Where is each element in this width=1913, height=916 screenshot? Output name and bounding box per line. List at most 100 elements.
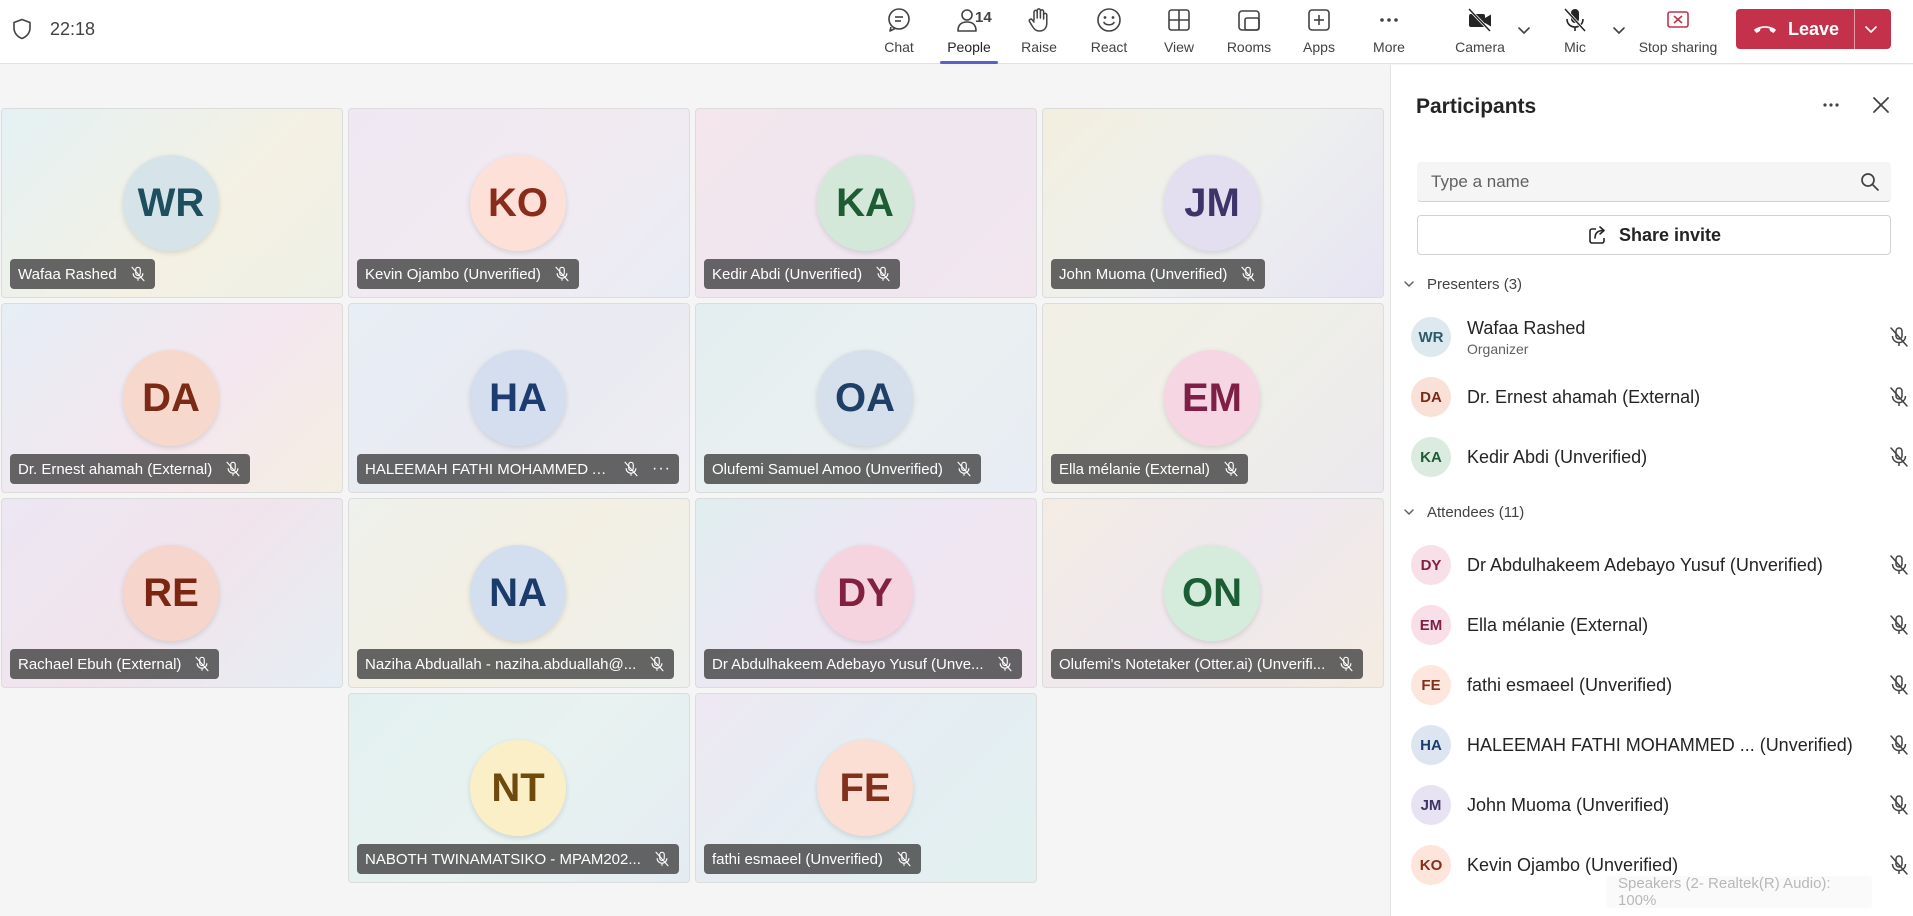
video-tile[interactable]: FE fathi esmaeel (Unverified) [695, 693, 1037, 883]
react-button[interactable]: React [1074, 0, 1144, 64]
participant-name-tag: Olufemi Samuel Amoo (Unverified) [704, 454, 981, 484]
leave-button[interactable]: Leave [1736, 9, 1891, 49]
avatar: DA [123, 350, 219, 446]
participant-name: John Muoma (Unverified) [1059, 265, 1228, 283]
search-icon[interactable] [1859, 171, 1881, 193]
video-tile[interactable]: EM Ella mélanie (External) [1042, 303, 1384, 493]
view-label: View [1163, 39, 1195, 55]
participant-name: Rachael Ebuh (External) [18, 655, 182, 673]
avatar: FE [817, 740, 913, 836]
rooms-button[interactable]: Rooms [1214, 0, 1284, 64]
mic-off-icon [1887, 853, 1911, 877]
participant-name-tag: John Muoma (Unverified) [1051, 259, 1266, 289]
camera-options-chevron-icon[interactable] [1514, 20, 1534, 40]
video-tile[interactable]: OA Olufemi Samuel Amoo (Unverified) [695, 303, 1037, 493]
stop-sharing-label: Stop sharing [1638, 39, 1718, 55]
mic-off-icon [1887, 673, 1911, 697]
chevron-down-icon [1404, 509, 1414, 515]
participant-name: Kevin Ojambo (Unverified) [365, 265, 541, 283]
leave-divider [1854, 9, 1855, 49]
search-input[interactable] [1417, 162, 1837, 202]
participant-name: Kedir Abdi (Unverified) [1467, 446, 1648, 467]
participant-name: NABOTH TWINAMATSIKO - MPAM202... [365, 850, 641, 868]
avatar: EM [1411, 605, 1451, 645]
participant-name: Dr Abdulhakeem Adebayo Yusuf (Unve... [712, 655, 984, 673]
more-options-icon[interactable]: ··· [652, 460, 671, 478]
volume-toast: Speakers (2- Realtek(R) Audio): 100% [1606, 875, 1872, 909]
participant-name: Kedir Abdi (Unverified) [712, 265, 863, 283]
attendees-section-toggle[interactable]: Attendees (11) [1401, 500, 1524, 524]
mic-off-icon [996, 655, 1014, 673]
leave-options-chevron-icon[interactable] [1861, 19, 1881, 39]
avatar: OA [817, 350, 913, 446]
participant-name-tag: HALEEMAH FATHI MOHAMMED A... ··· [357, 454, 679, 484]
rooms-label: Rooms [1226, 39, 1272, 55]
camera-off-icon [1467, 7, 1492, 33]
people-button[interactable]: People [934, 0, 1004, 64]
apps-label: Apps [1303, 39, 1335, 55]
smiley-icon [1097, 8, 1121, 32]
video-tile[interactable]: NA Naziha Abduallah - naziha.abduallah@..… [348, 498, 690, 688]
participant-name: Dr. Ernest ahamah (External) [18, 460, 213, 478]
participant-name-tag: Rachael Ebuh (External) [10, 649, 220, 679]
participant-row[interactable]: HA HALEEMAH FATHI MOHAMMED ... (Unverifie… [1411, 715, 1908, 775]
chat-icon [888, 8, 910, 32]
more-button[interactable]: More [1354, 0, 1424, 64]
mic-off-icon [129, 265, 147, 283]
participant-name-tag: Dr. Ernest ahamah (External) [10, 454, 251, 484]
participant-row[interactable]: EM Ella mélanie (External) [1411, 595, 1908, 655]
video-tile[interactable]: JM John Muoma (Unverified) [1042, 108, 1384, 298]
video-tile[interactable]: HA HALEEMAH FATHI MOHAMMED A... ··· [348, 303, 690, 493]
video-tile[interactable]: DA Dr. Ernest ahamah (External) [1, 303, 343, 493]
video-tile[interactable]: NT NABOTH TWINAMATSIKO - MPAM202... [348, 693, 690, 883]
share-invite-button[interactable]: Share invite [1417, 215, 1891, 255]
participant-name: Wafaa Rashed [1467, 317, 1586, 338]
view-button[interactable]: View [1144, 0, 1214, 64]
more-options-icon[interactable] [1819, 93, 1843, 117]
apps-button[interactable]: Apps [1284, 0, 1354, 64]
participant-row[interactable]: FE fathi esmaeel (Unverified) [1411, 655, 1908, 715]
video-tile[interactable]: ON Olufemi's Notetaker (Otter.ai) (Unveri… [1042, 498, 1384, 688]
participant-name-tag: Kedir Abdi (Unverified) [704, 259, 901, 289]
participant-info: Kedir Abdi (Unverified) [1467, 447, 1647, 468]
participant-info: Wafaa Rashed Organizer [1467, 318, 1585, 357]
hand-icon [1028, 8, 1048, 32]
more-label: More [1373, 39, 1405, 55]
avatar: JM [1411, 785, 1451, 825]
avatar: NT [470, 740, 566, 836]
participant-name-tag: NABOTH TWINAMATSIKO - MPAM202... [357, 844, 679, 874]
video-tile[interactable]: KO Kevin Ojambo (Unverified) [348, 108, 690, 298]
mic-options-chevron-icon[interactable] [1609, 20, 1629, 40]
avatar: HA [470, 350, 566, 446]
chat-button[interactable]: Chat [864, 0, 934, 64]
participant-row[interactable]: DA Dr. Ernest ahamah (External) [1411, 367, 1908, 427]
participant-role: Organizer [1467, 340, 1529, 357]
stop-sharing-button[interactable]: Stop sharing [1639, 0, 1717, 64]
participant-info: HALEEMAH FATHI MOHAMMED ... (Unverified) [1467, 735, 1853, 756]
video-tile[interactable]: WR Wafaa Rashed [1, 108, 343, 298]
participant-row[interactable]: WR Wafaa Rashed Organizer [1411, 307, 1908, 367]
participant-name: fathi esmaeel (Unverified) [1467, 674, 1673, 695]
panel-title: Participants [1416, 95, 1537, 118]
avatar: RE [123, 545, 219, 641]
meeting-toolbar: 22:18 Chat People 14 Raise React View Ro… [0, 0, 1913, 64]
mic-off-icon [895, 850, 913, 868]
close-icon[interactable] [1869, 93, 1893, 117]
video-tile[interactable]: DY Dr Abdulhakeem Adebayo Yusuf (Unve... [695, 498, 1037, 688]
avatar: KA [817, 155, 913, 251]
participant-name-tag: Ella mélanie (External) [1051, 454, 1248, 484]
video-tile[interactable]: RE Rachael Ebuh (External) [1, 498, 343, 688]
presenters-section-toggle[interactable]: Presenters (3) [1401, 272, 1522, 296]
mic-off-icon [874, 265, 892, 283]
camera-button[interactable]: Camera [1445, 0, 1515, 64]
video-tile[interactable]: KA Kedir Abdi (Unverified) [695, 108, 1037, 298]
participant-name-tag: Wafaa Rashed [10, 259, 155, 289]
avatar: KO [470, 155, 566, 251]
participant-row[interactable]: DY Dr Abdulhakeem Adebayo Yusuf (Unverifi… [1411, 535, 1908, 595]
mic-button[interactable]: Mic [1540, 0, 1610, 64]
participant-row[interactable]: JM John Muoma (Unverified) [1411, 775, 1908, 835]
raise-hand-button[interactable]: Raise [1004, 0, 1074, 64]
mic-off-icon [1887, 553, 1911, 577]
participant-name: HALEEMAH FATHI MOHAMMED ... (Unverified) [1467, 734, 1853, 755]
participant-row[interactable]: KA Kedir Abdi (Unverified) [1411, 427, 1908, 487]
